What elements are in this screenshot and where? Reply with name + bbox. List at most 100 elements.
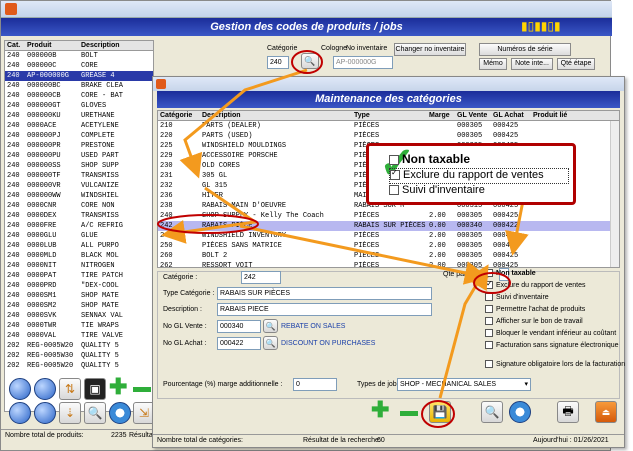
save-icon[interactable]: 💾 <box>429 401 451 423</box>
target-icon[interactable] <box>109 402 131 424</box>
product-table[interactable]: Cat. Produit Description 240 000000B BOLT 240… <box>4 40 154 412</box>
table-row[interactable]: 240 000000SS SHOP SUPP <box>5 161 153 171</box>
exit-icon[interactable]: ⏏ <box>595 401 617 423</box>
table-row[interactable]: 240 0000SVK SENNAX VAL <box>5 311 153 321</box>
dialog-status-bar: Nombre total de catégories: Résultat de … <box>153 434 624 447</box>
refresh-target-icon[interactable] <box>509 401 531 423</box>
table-row[interactable]: 240 000000KU URETHANE <box>5 111 153 121</box>
last-record-icon[interactable] <box>34 402 56 424</box>
description-field[interactable]: RABAIS PIECE <box>217 303 432 316</box>
gl-achat-lookup-icon[interactable]: 🔍 <box>263 336 278 350</box>
table-row[interactable]: 240 000000CB CORE - BAT <box>5 91 153 101</box>
first-record-icon[interactable] <box>9 378 31 400</box>
changer-inventaire-button[interactable]: Changer no inventaire <box>394 43 466 56</box>
sort-down-icon[interactable]: ⇣ <box>59 402 81 424</box>
table-row[interactable]: 262 RESSORT VOIT PIÈCES 2.00 000305 000425 <box>158 261 619 268</box>
checkbox-option[interactable]: Suivi d'inventaire <box>485 293 625 305</box>
table-row[interactable]: 240 0000LUB ALL PURPO <box>5 241 153 251</box>
table-cell: 240 <box>7 242 20 250</box>
checkbox[interactable] <box>485 341 493 349</box>
table-row[interactable]: 240 0000FRE A/C REFRIG <box>5 221 153 231</box>
checkbox-option[interactable]: Exclure du rapport de ventes <box>485 279 625 293</box>
checkbox-option[interactable]: Non taxable <box>485 269 625 281</box>
table-row[interactable]: 240 000000VR VULCANIZE <box>5 181 153 191</box>
table-row[interactable]: 240 0000MLD BLACK MOL <box>5 251 153 261</box>
table-cell: 2.00 <box>429 262 446 268</box>
table-row[interactable]: 242 RABAIS PIÈCE RABAIS SUR PIÈCES 0.00 0003… <box>158 221 619 231</box>
table-row[interactable]: 240 0000SM2 SHOP MATE <box>5 301 153 311</box>
table-row[interactable]: 202 REG-0005W30 QUALITY 5 <box>5 351 153 361</box>
table-scrollbar[interactable] <box>610 121 619 267</box>
checkbox-option[interactable]: Afficher sur le bon de travail <box>485 317 625 329</box>
search-person-icon[interactable]: 🔍 <box>84 402 106 424</box>
table-row[interactable]: 240 0000SM1 SHOP MATE <box>5 291 153 301</box>
categorie-field[interactable]: 242 <box>241 271 281 284</box>
type-categorie-field[interactable]: RABAIS SUR PIÈCES <box>217 287 432 300</box>
checkbox-option[interactable]: Bloquer le vendant inférieur au coûtant <box>485 329 625 341</box>
gl-vente-field[interactable]: 000340 <box>217 320 261 333</box>
table-row[interactable]: 202 REG-0005W20 QUALITY 5 <box>5 341 153 351</box>
briefcase-icon[interactable]: ▣ <box>84 378 106 400</box>
table-row[interactable]: 240 0000GLU GLUE <box>5 231 153 241</box>
table-row[interactable]: 240 0000ACE ACETYLENE <box>5 121 153 131</box>
checkbox[interactable] <box>485 279 493 289</box>
gl-achat-field[interactable]: 000422 <box>217 337 261 350</box>
table-row[interactable]: 250 PIÈCES SANS MATRICE PIÈCES 2.00 000305 00… <box>158 241 619 251</box>
types-job-select[interactable]: SHOP - MECHANICAL SALES ▾ <box>397 378 531 391</box>
table-row[interactable]: 240 0000PAT TIRE PATCH <box>5 271 153 281</box>
prev-record-icon[interactable] <box>34 378 56 400</box>
table-row[interactable]: 240 0000CNR CORE NON <box>5 201 153 211</box>
table-row[interactable]: 240 000000B BOLT <box>5 51 153 61</box>
checkbox-option[interactable]: Facturation sans signature électronique <box>485 341 625 353</box>
signature-option[interactable]: Signature obligatoire lors de la factura… <box>485 360 625 368</box>
table-row[interactable]: 246 WINDSHIELD INVENTORY PIÈCES 2.00 000305 0… <box>158 231 619 241</box>
next-record-icon[interactable] <box>9 402 31 424</box>
signature-checkbox[interactable] <box>485 360 493 368</box>
product-table-body: 240 000000B BOLT 240 000000C CORE 240 AP-000000… <box>5 51 153 371</box>
table-row[interactable]: 240 0000NIT NITROGEN <box>5 261 153 271</box>
category-lookup-icon[interactable]: 🔍 <box>301 53 319 69</box>
table-row[interactable]: 240 000000PR PRESTONE <box>5 141 153 151</box>
qte-etape-button[interactable]: Qté étape <box>557 58 595 70</box>
note-interne-button[interactable]: Note inte... <box>511 58 553 70</box>
table-row[interactable]: 260 BOLT 2 PIÈCES 2.00 000305 000425 <box>158 251 619 261</box>
remove-icon[interactable] <box>133 387 151 392</box>
table-row[interactable]: 240 0000PRD "DEX-COOL <box>5 281 153 291</box>
categorie-field[interactable]: 240 <box>267 56 289 69</box>
add-category-icon[interactable]: ✚ <box>371 399 391 421</box>
table-row[interactable]: 240 0000DEX TRANSMISS <box>5 211 153 221</box>
table-row[interactable]: 240 000000C CORE <box>5 61 153 71</box>
checkbox[interactable] <box>485 317 493 325</box>
table-row[interactable]: 240 0000TWR TIE WRAPS <box>5 321 153 331</box>
table-row[interactable]: 240 000000TF TRANSMISS <box>5 171 153 181</box>
table-row[interactable]: 240 AP-000000G GREASE 4 <box>5 71 153 81</box>
checkbox-option[interactable]: Permettre l'achat de produits <box>485 305 625 317</box>
checkbox[interactable] <box>485 269 493 277</box>
table-row[interactable]: 240 000000BC BRAKE CLEA <box>5 81 153 91</box>
sort-arrows-icon[interactable]: ⇅ <box>59 378 81 400</box>
checkbox[interactable] <box>485 293 493 301</box>
marge-field[interactable]: 0 <box>293 378 337 391</box>
table-row[interactable]: 210 PARTS (DEALER) PIÈCES 000305 000425 <box>158 121 619 131</box>
table-row[interactable]: 240 SHOP SUPPLY - Kelly The Coach PIÈCES 2.… <box>158 211 619 221</box>
delete-category-icon[interactable] <box>400 411 418 416</box>
table-cell: WINDSHIELD MOULDINGS <box>202 142 287 150</box>
gl-vente-description: REBATE ON SALES <box>281 323 346 330</box>
table-cell: 240 <box>7 112 20 120</box>
memo-button[interactable]: Mémo <box>479 58 507 70</box>
checkbox[interactable] <box>485 329 493 337</box>
gl-vente-lookup-icon[interactable]: 🔍 <box>263 319 278 333</box>
table-row[interactable]: 240 000000PJ COMPLETE <box>5 131 153 141</box>
numeros-serie-button[interactable]: Numéros de série <box>479 43 571 56</box>
checkbox[interactable] <box>485 305 493 313</box>
table-row[interactable]: 240 000000WW WINDSHIEL <box>5 191 153 201</box>
add-icon[interactable]: ✚ <box>109 376 129 398</box>
product-code-field[interactable]: AP-000000G <box>333 56 393 69</box>
table-row[interactable]: 202 REG-0005W20 QUALITY 5 <box>5 361 153 371</box>
table-row[interactable]: 240 000000GT GLOVES <box>5 101 153 111</box>
print-icon[interactable]: 🖶 <box>557 401 579 423</box>
search-icon[interactable]: 🔍 <box>481 401 503 423</box>
table-row[interactable]: 240 0000VAL TIRE VALVE <box>5 331 153 341</box>
table-cell: AP-000000G <box>27 72 70 80</box>
table-row[interactable]: 240 000000PU USED PART <box>5 151 153 161</box>
